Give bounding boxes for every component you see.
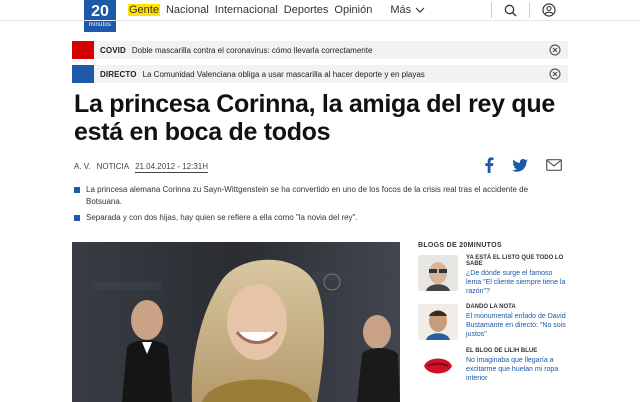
logo-text: minutos: [88, 22, 112, 28]
blog-name[interactable]: YA ESTÁ EL LISTO QUE TODO LO SABE: [466, 255, 568, 267]
blog-post-link[interactable]: El monumental enfado de David Bustamante…: [466, 312, 568, 339]
header-icons: [491, 2, 556, 18]
blog-post-link[interactable]: ¿De dónde surge el famoso lema "El clien…: [466, 269, 568, 296]
site-logo[interactable]: 20 minutos: [84, 0, 116, 32]
blog-meta: DANDO LA NOTA El monumental enfado de Da…: [466, 304, 568, 340]
article-summary: La princesa alemana Corinna zu Sayn-Witt…: [74, 184, 566, 228]
article-byline: A. V. NOTICIA 21.04.2012 - 12:31H: [74, 162, 209, 173]
nav-item-opinion[interactable]: Opinión: [334, 4, 372, 16]
alert-covid[interactable]: COVID Doble mascarilla contra el coronav…: [72, 41, 568, 59]
blogs-sidebar: BLOGS DE 20MINUTOS YA ESTÁ EL LISTO QUE …: [418, 242, 568, 392]
article-author: A. V.: [74, 162, 91, 171]
article-date: 21.04.2012 - 12:31H: [135, 162, 209, 173]
summary-item: Separada y con dos hijas, hay quien se r…: [74, 212, 566, 224]
logo-number: 20: [91, 3, 109, 20]
blog-name[interactable]: DANDO LA NOTA: [466, 304, 568, 310]
user-icon[interactable]: [542, 3, 556, 17]
share-buttons: [484, 157, 562, 173]
close-icon[interactable]: [548, 67, 562, 81]
bullet-square-icon: [74, 187, 80, 193]
alert-text[interactable]: La Comunidad Valenciana obliga a usar ma…: [143, 70, 548, 79]
chevron-down-icon: [415, 7, 425, 13]
search-icon[interactable]: [504, 4, 517, 17]
blog-meta: EL BLOG DE LILIH BLUE No imaginaba que l…: [466, 348, 568, 384]
article-hero-image[interactable]: [72, 242, 400, 402]
article-section: NOTICIA: [96, 162, 130, 171]
mail-icon[interactable]: [546, 159, 562, 171]
nav-more-label: Más: [390, 4, 412, 16]
header-divider: [529, 2, 530, 18]
blog-name[interactable]: EL BLOG DE LILIH BLUE: [466, 348, 568, 354]
sidebar-title: BLOGS DE 20MINUTOS: [418, 242, 502, 249]
blog-avatar: [418, 255, 458, 291]
bullet-square-icon: [74, 215, 80, 221]
alert-text[interactable]: Doble mascarilla contra el coronavirus: …: [132, 46, 548, 55]
blog-post-link[interactable]: No imaginaba que llegaría a excitarme qu…: [466, 356, 568, 383]
header-divider: [491, 2, 492, 18]
facebook-icon[interactable]: [484, 157, 494, 173]
blog-meta: YA ESTÁ EL LISTO QUE TODO LO SABE ¿De dó…: [466, 255, 568, 296]
alert-tag: COVID: [100, 45, 126, 55]
summary-text: Separada y con dos hijas, hay quien se r…: [86, 213, 358, 222]
blog-item[interactable]: DANDO LA NOTA El monumental enfado de Da…: [418, 304, 568, 340]
alert-directo[interactable]: DIRECTO La Comunidad Valenciana obliga a…: [72, 65, 568, 83]
nav-item-nacional[interactable]: Nacional: [166, 4, 209, 16]
twitter-icon[interactable]: [512, 158, 528, 172]
main-nav: Gente Nacional Internacional Deportes Op…: [128, 4, 425, 16]
header-rule: [0, 20, 640, 21]
alert-color-bar: [72, 41, 94, 59]
article-headline: La princesa Corinna, la amiga del rey qu…: [74, 90, 555, 146]
nav-item-gente[interactable]: Gente: [128, 4, 160, 16]
blog-item[interactable]: EL BLOG DE LILIH BLUE No imaginaba que l…: [418, 348, 568, 384]
summary-text: La princesa alemana Corinna zu Sayn-Witt…: [86, 185, 529, 206]
nav-item-deportes[interactable]: Deportes: [284, 4, 329, 16]
close-icon[interactable]: [548, 43, 562, 57]
blog-avatar: [418, 348, 458, 384]
alert-tag: DIRECTO: [100, 69, 137, 79]
hero-photo: [72, 242, 400, 402]
blog-avatar: [418, 304, 458, 340]
nav-item-internacional[interactable]: Internacional: [215, 4, 278, 16]
alert-color-bar: [72, 65, 94, 83]
blog-item[interactable]: YA ESTÁ EL LISTO QUE TODO LO SABE ¿De dó…: [418, 255, 568, 296]
nav-more-button[interactable]: Más: [390, 4, 425, 16]
summary-item: La princesa alemana Corinna zu Sayn-Witt…: [74, 184, 566, 208]
top-bar: 20 minutos Gente Nacional Internacional …: [0, 0, 640, 32]
